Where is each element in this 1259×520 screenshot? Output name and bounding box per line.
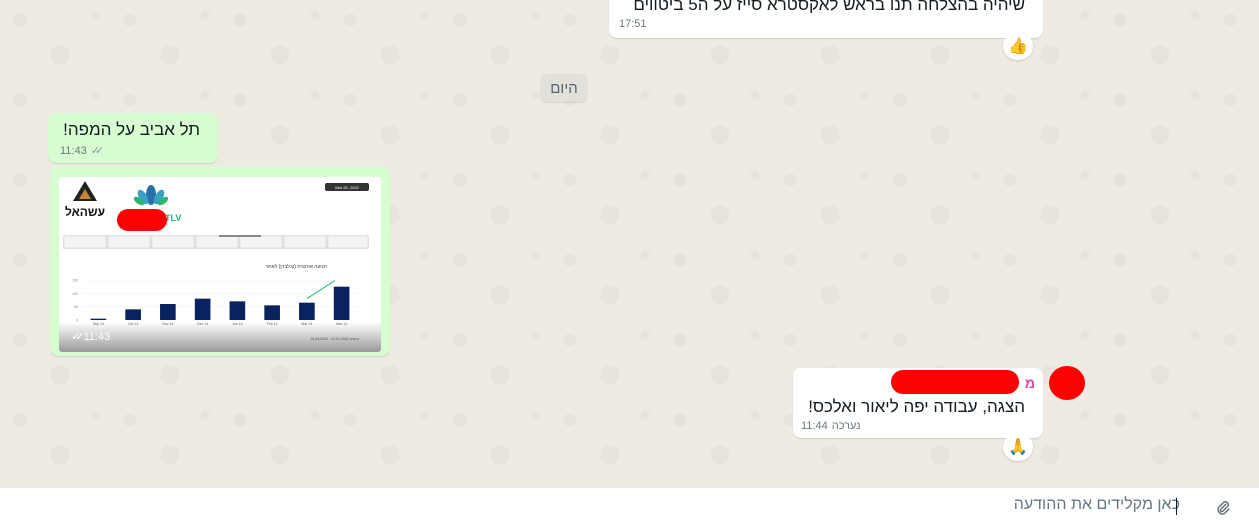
reaction-badge[interactable]: 👍	[1003, 32, 1033, 60]
y-tick-label: 100	[72, 292, 78, 296]
message-time: 11:43	[83, 330, 111, 343]
message-time: 11:43	[60, 144, 87, 157]
message-text: שיהיה בהצלחה תנו בראש לאקסטרא סייז על ה5…	[633, 0, 1025, 14]
day-divider: היום	[540, 74, 588, 102]
text-caret	[1176, 498, 1177, 515]
message-time: 17:51	[619, 18, 647, 30]
chat-area: שיהיה בהצלחה תנו בראש לאקסטרא סייז על ה5…	[0, 0, 1259, 487]
logo-text: עשהאל	[65, 205, 105, 219]
brand-text: TLV	[165, 213, 181, 223]
message-bubble-outgoing[interactable]: תל אביב על המפה! ✓✓ 11:43	[48, 113, 218, 163]
bar-4	[229, 301, 246, 320]
chart-title: תנועה אורגנית (ובלבדן) לאתר	[265, 263, 327, 270]
image-message-bubble[interactable]: עשהאל TLV Mar 25, 2022 תנועה אורגנית (וב…	[50, 166, 390, 356]
redaction-mark	[891, 370, 1019, 394]
read-ticks-icon: ✓✓	[90, 145, 105, 157]
message-meta: ✓✓ 11:43	[71, 330, 111, 344]
bar-0	[90, 318, 107, 320]
compose-bar	[0, 487, 1259, 520]
message-meta: נערכה 11:44	[801, 420, 860, 432]
trend-line	[306, 280, 335, 300]
date-chip-text: Mar 25, 2022	[335, 185, 359, 190]
lotus-logo-icon	[133, 185, 169, 206]
bar-1	[125, 309, 141, 320]
bar-2	[160, 304, 176, 320]
redacted-avatar	[1049, 366, 1085, 400]
message-text: תל אביב על המפה!	[63, 120, 200, 139]
attach-button[interactable]	[1212, 497, 1234, 519]
reaction-badge[interactable]: 🙏	[1003, 433, 1033, 461]
message-bubble-incoming[interactable]: שיהיה בהצלחה תנו בראש לאקסטרא סייז על ה5…	[609, 0, 1043, 38]
y-tick-label: 150	[72, 279, 78, 283]
tab-strip	[63, 235, 369, 249]
redaction-mark	[117, 209, 167, 231]
message-time: 11:44	[801, 420, 828, 432]
message-meta: ✓✓ 11:43	[60, 144, 105, 158]
y-tick-label: 50	[74, 305, 78, 309]
read-ticks-icon: ✓✓	[71, 331, 85, 343]
sender-name[interactable]: מ	[1025, 375, 1035, 391]
bar-5	[264, 305, 280, 320]
image-meta-overlay: ✓✓ 11:43	[59, 322, 381, 352]
paperclip-icon	[1217, 501, 1230, 515]
bar-7	[333, 286, 350, 320]
message-input[interactable]	[200, 493, 1180, 517]
message-text: הצגה, עבודה יפה ליאור ואלכס!	[808, 397, 1025, 416]
bar-6	[299, 302, 315, 320]
edited-label: נערכה	[831, 420, 861, 432]
message-meta: 17:51	[619, 18, 647, 30]
message-bubble-incoming[interactable]: מ הצגה, עבודה יפה ליאור ואלכס! נערכה 11:…	[793, 368, 1043, 438]
bar-chart: 150100500Sep 14Oct 14Nov 14Dec 14Jan 14F…	[72, 279, 359, 326]
bar-3	[194, 298, 211, 320]
